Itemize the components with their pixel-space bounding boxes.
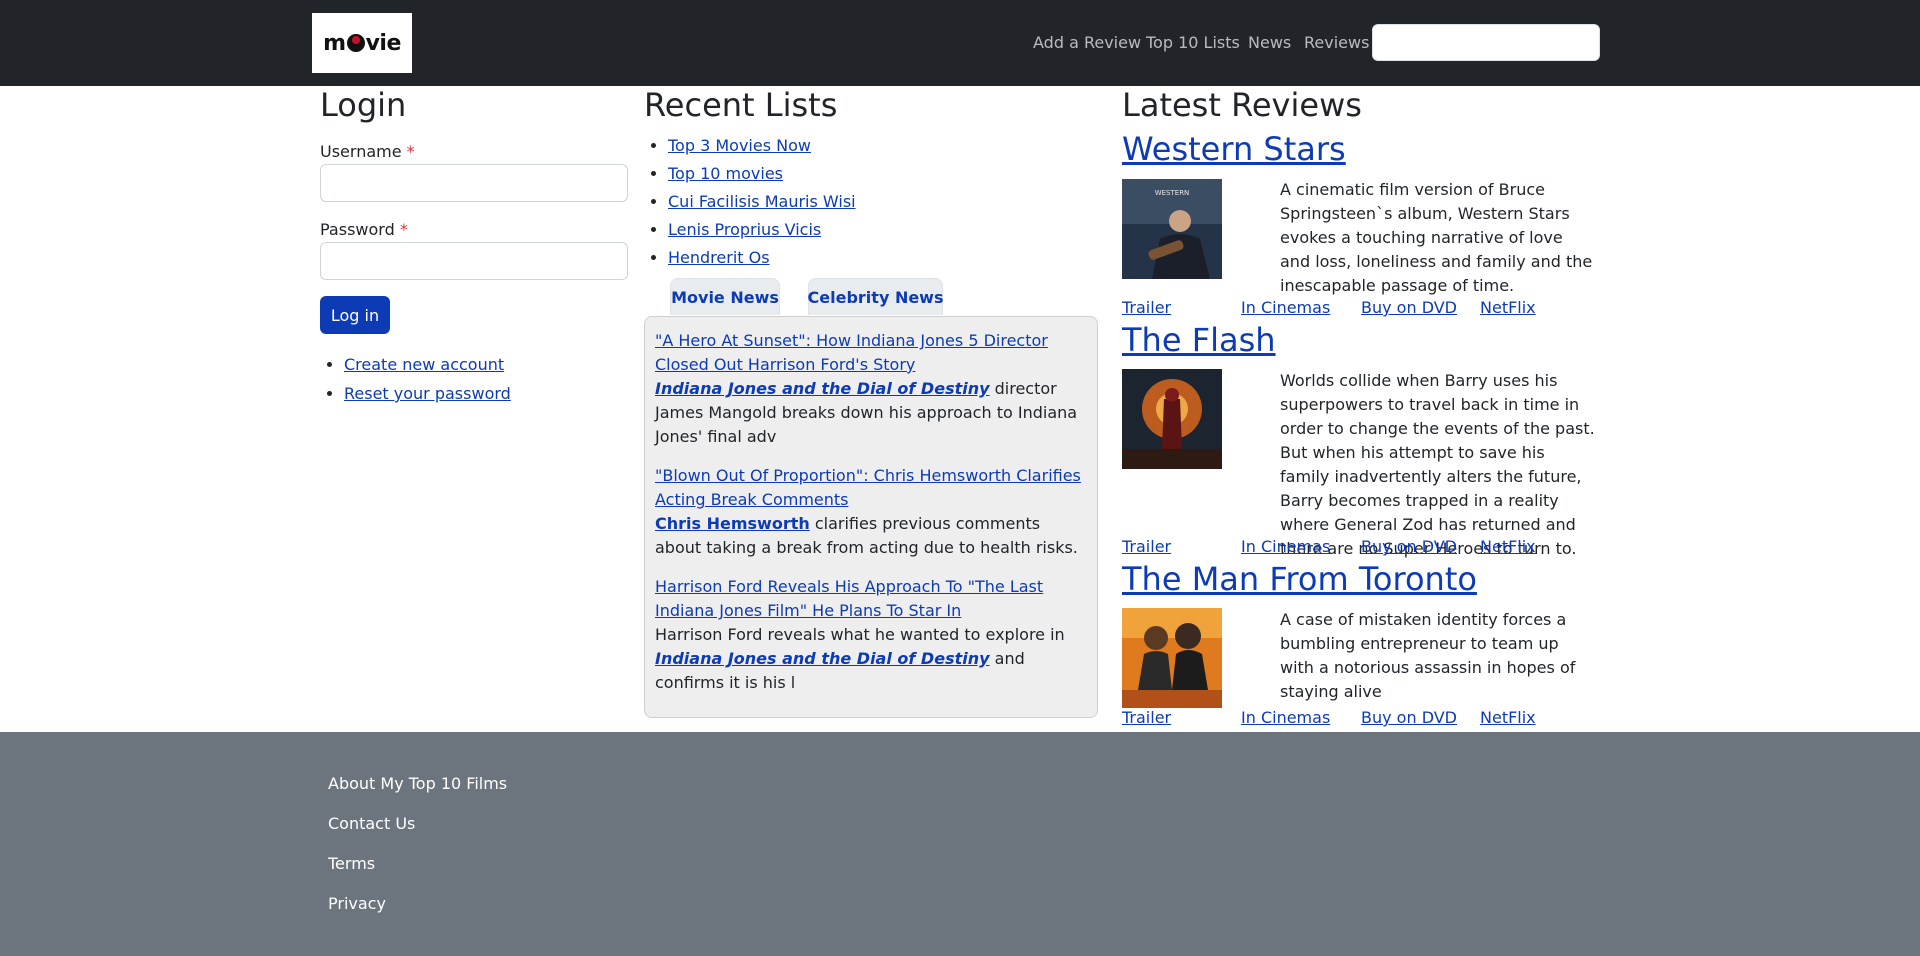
nav-news[interactable]: News (1248, 33, 1291, 52)
password-label: Password * (320, 220, 408, 239)
footer-privacy-link[interactable]: Privacy (328, 894, 386, 913)
logo-film-reel-icon (346, 33, 365, 52)
account-links: Create new account Reset your password (320, 350, 511, 408)
recent-lists: Top 3 Movies Now Top 10 movies Cui Facil… (644, 132, 856, 272)
news-headline-link[interactable]: Harrison Ford Reveals His Approach To "T… (655, 577, 1043, 620)
username-field[interactable] (320, 164, 628, 202)
in-cinemas-link[interactable]: In Cinemas (1241, 708, 1330, 727)
login-title: Login (320, 86, 407, 124)
netflix-link[interactable]: NetFlix (1480, 708, 1536, 727)
password-field[interactable] (320, 242, 628, 280)
netflix-link[interactable]: NetFlix (1480, 537, 1536, 556)
news-summary: Harrison Ford reveals what he wanted to … (655, 625, 1065, 644)
trailer-link[interactable]: Trailer (1122, 298, 1171, 317)
news-item: "A Hero At Sunset": How Indiana Jones 5 … (655, 329, 1087, 449)
review-title-link[interactable]: The Flash (1122, 321, 1276, 359)
in-cinemas-link[interactable]: In Cinemas (1241, 537, 1330, 556)
reset-password-link[interactable]: Reset your password (344, 384, 511, 403)
create-account-link[interactable]: Create new account (344, 355, 504, 374)
logo-text: m vie (323, 30, 401, 56)
news-item: "Blown Out Of Proportion": Chris Hemswor… (655, 464, 1087, 560)
footer-about-link[interactable]: About My Top 10 Films (328, 774, 507, 793)
trailer-link[interactable]: Trailer (1122, 708, 1171, 727)
list-item: Top 10 movies (668, 160, 856, 188)
latest-reviews-title: Latest Reviews (1122, 86, 1362, 124)
nav-top-10-lists[interactable]: Top 10 Lists (1146, 33, 1240, 52)
footer-contact-link[interactable]: Contact Us (328, 814, 415, 833)
list-item: Cui Facilisis Mauris Wisi (668, 188, 856, 216)
list-item: Top 3 Movies Now (668, 132, 856, 160)
login-button[interactable]: Log in (320, 296, 390, 334)
site-header: m vie Add a Review Top 10 Lists News Revi… (0, 0, 1920, 86)
poster-image[interactable] (1122, 608, 1222, 708)
recent-list-link[interactable]: Hendrerit Os (668, 248, 770, 267)
review-description: A case of mistaken identity forces a bum… (1280, 610, 1576, 701)
footer-terms-link[interactable]: Terms (328, 854, 375, 873)
search-input[interactable] (1372, 24, 1600, 61)
list-item: Reset your password (344, 379, 511, 408)
news-item: Harrison Ford Reveals His Approach To "T… (655, 575, 1087, 695)
buy-dvd-link[interactable]: Buy on DVD (1361, 537, 1457, 556)
buy-dvd-link[interactable]: Buy on DVD (1361, 708, 1457, 727)
site-logo[interactable]: m vie (312, 13, 412, 73)
news-movie-link[interactable]: Indiana Jones and the Dial of Destiny (655, 379, 990, 398)
tab-celebrity-news[interactable]: Celebrity News (808, 278, 943, 315)
in-cinemas-link[interactable]: In Cinemas (1241, 298, 1330, 317)
recent-list-link[interactable]: Lenis Proprius Vicis (668, 220, 821, 239)
list-item: Hendrerit Os (668, 244, 856, 272)
news-celebrity-link[interactable]: Chris Hemsworth (655, 514, 810, 533)
news-panel: "A Hero At Sunset": How Indiana Jones 5 … (644, 316, 1098, 718)
poster-image[interactable] (1122, 369, 1222, 469)
review-title-link[interactable]: The Man From Toronto (1122, 560, 1477, 598)
nav-add-review[interactable]: Add a Review (1033, 33, 1141, 52)
netflix-link[interactable]: NetFlix (1480, 298, 1536, 317)
list-item: Create new account (344, 350, 511, 379)
review-description: Worlds collide when Barry uses his super… (1280, 371, 1595, 558)
review-description: A cinematic film version of Bruce Spring… (1280, 180, 1593, 295)
buy-dvd-link[interactable]: Buy on DVD (1361, 298, 1457, 317)
review-title-link[interactable]: Western Stars (1122, 130, 1346, 168)
recent-list-link[interactable]: Top 3 Movies Now (668, 136, 811, 155)
news-movie-link[interactable]: Indiana Jones and the Dial of Destiny (655, 649, 990, 668)
trailer-link[interactable]: Trailer (1122, 537, 1171, 556)
recent-list-link[interactable]: Top 10 movies (668, 164, 783, 183)
poster-image[interactable]: WESTERN (1122, 179, 1222, 279)
news-headline-link[interactable]: "A Hero At Sunset": How Indiana Jones 5 … (655, 331, 1048, 374)
recent-list-link[interactable]: Cui Facilisis Mauris Wisi (668, 192, 856, 211)
nav-reviews[interactable]: Reviews (1304, 33, 1369, 52)
tab-movie-news[interactable]: Movie News (670, 278, 780, 315)
recent-lists-title: Recent Lists (644, 86, 838, 124)
list-item: Lenis Proprius Vicis (668, 216, 856, 244)
site-footer: About My Top 10 Films Contact Us Terms P… (0, 732, 1920, 956)
svg-text:WESTERN: WESTERN (1155, 189, 1190, 197)
news-headline-link[interactable]: "Blown Out Of Proportion": Chris Hemswor… (655, 466, 1081, 509)
username-label: Username * (320, 142, 415, 161)
